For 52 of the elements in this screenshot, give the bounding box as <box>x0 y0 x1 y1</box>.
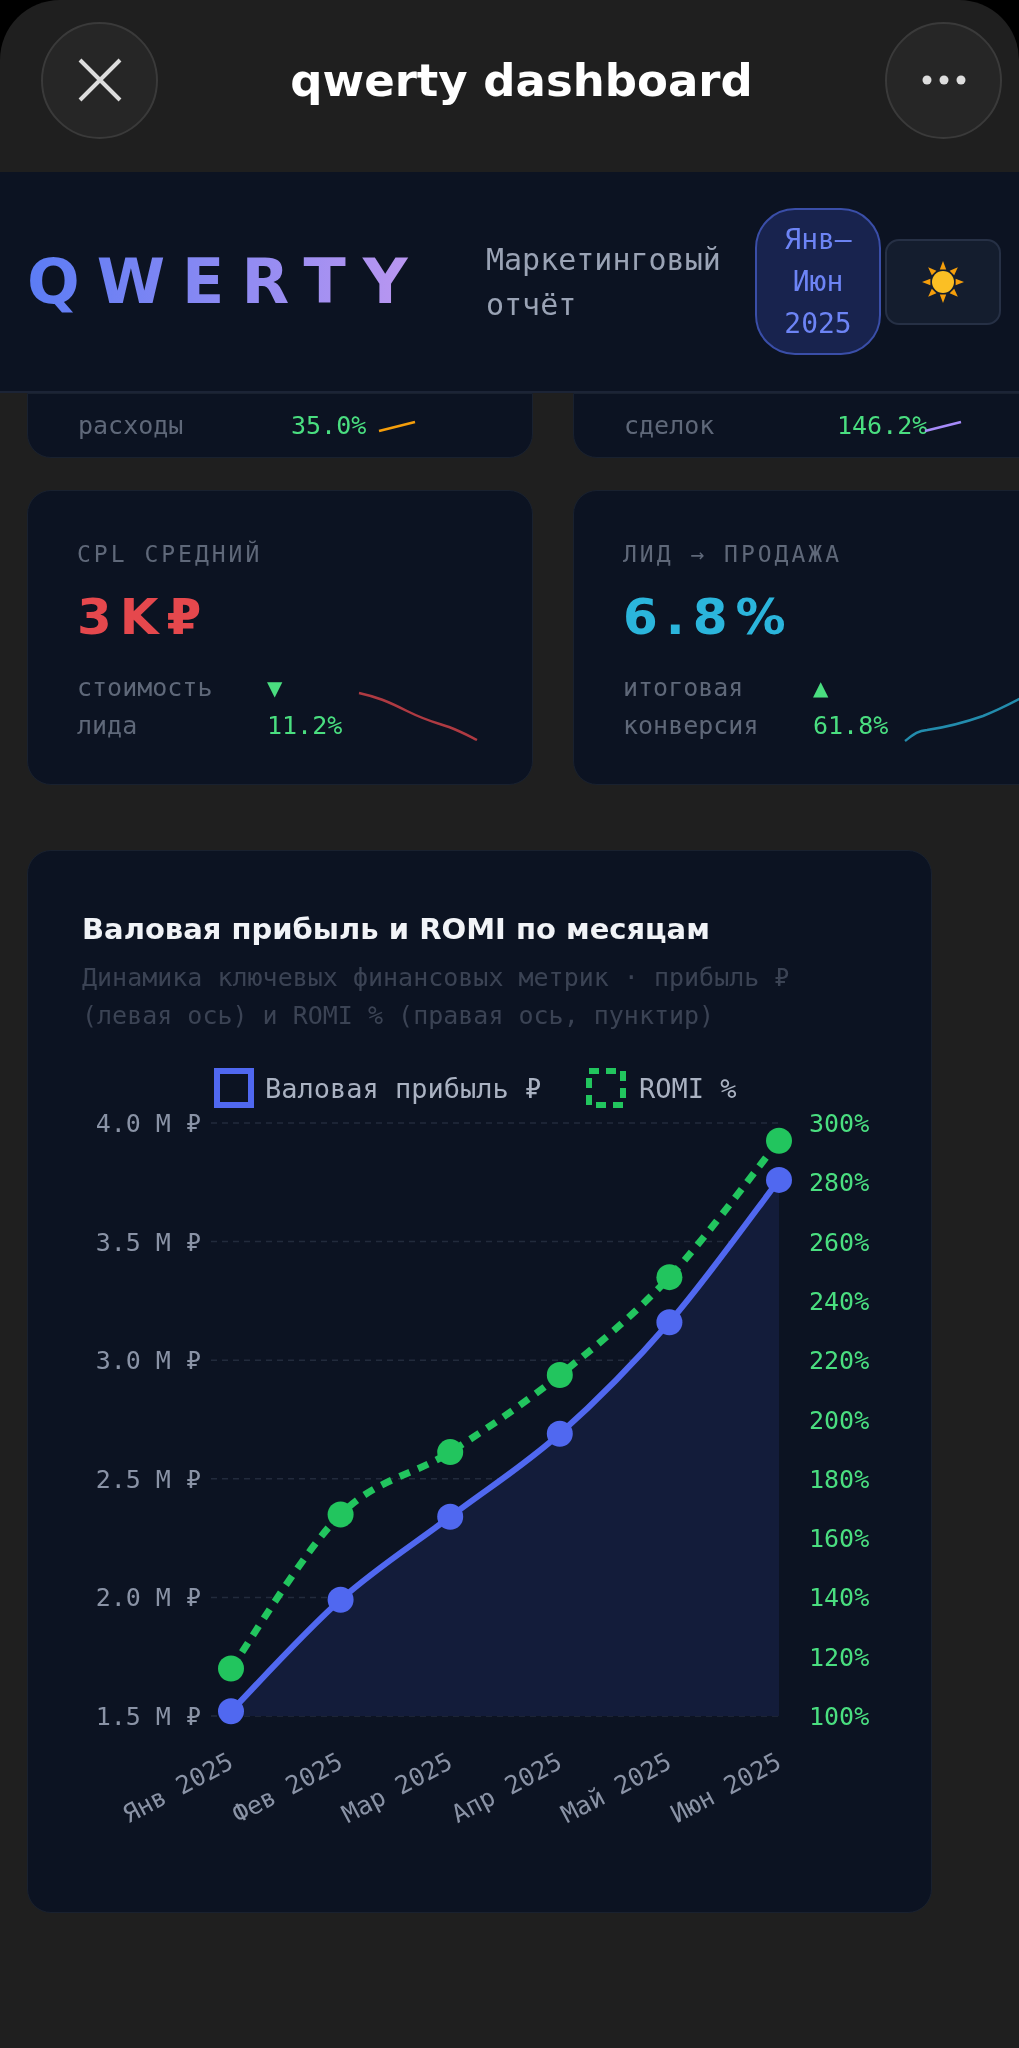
data-point <box>218 1698 244 1725</box>
axis-label: 300% <box>809 1109 870 1138</box>
data-point <box>656 1264 683 1291</box>
axis-label: 280% <box>809 1168 870 1198</box>
axis-label: 120% <box>809 1642 870 1672</box>
axis-label: 180% <box>809 1464 870 1494</box>
axis-label: 3.5 М ₽ <box>95 1227 201 1257</box>
data-point <box>766 1166 792 1193</box>
axis-label: 220% <box>809 1346 870 1376</box>
data-point <box>766 1127 792 1154</box>
kpi-value: 6.8% <box>623 587 794 647</box>
data-point <box>546 1362 573 1389</box>
axis-label: 2.5 М ₽ <box>95 1464 201 1494</box>
kpi-caption: сделок <box>624 410 716 441</box>
change-value: 11.2% <box>267 710 343 742</box>
legend-label: ROMI % <box>639 1073 737 1104</box>
axis-label: 4.0 М ₽ <box>95 1109 201 1138</box>
change-value: 61.8% <box>813 710 889 742</box>
data-point <box>327 1586 354 1613</box>
axis-label: 260% <box>809 1227 870 1257</box>
kpi-caption: итоговая конверсия <box>623 672 760 742</box>
trend-arrow: ▼ <box>267 675 283 702</box>
data-point <box>656 1309 683 1336</box>
axis-label: 160% <box>809 1524 870 1554</box>
trend-arrow: ▲ <box>813 675 829 702</box>
axis-label: 2.0 М ₽ <box>95 1583 201 1613</box>
close-icon <box>76 57 123 103</box>
window-title: qwerty dashboard <box>290 53 753 107</box>
report-subtitle: Маркетинговый отчёт <box>486 240 722 324</box>
kpi-caption: расходы <box>78 410 185 441</box>
data-point <box>437 1503 464 1530</box>
axis-label: 200% <box>809 1405 870 1435</box>
kpi-label: CPL СРЕДНИЙ <box>77 539 264 569</box>
data-point <box>218 1655 244 1682</box>
kpi-label: ЛИД → ПРОДАЖА <box>623 540 843 569</box>
data-point <box>327 1501 354 1528</box>
period-badge[interactable]: Янв–Июн 2025 <box>755 208 881 355</box>
more-icon <box>921 75 966 85</box>
axis-label: 1.5 М ₽ <box>95 1702 201 1731</box>
sun-icon <box>921 259 965 304</box>
chart-title: Валовая прибыль и ROMI по месяцам <box>81 911 711 948</box>
theme-toggle-button[interactable] <box>885 238 1001 325</box>
kpi-value: 3K₽ <box>77 587 210 647</box>
axis-label: 240% <box>809 1286 870 1316</box>
data-point <box>437 1439 464 1466</box>
data-point <box>546 1420 573 1447</box>
axis-label: 100% <box>809 1702 870 1731</box>
change-value: 35.0% <box>291 410 368 441</box>
axis-label: 3.0 М ₽ <box>95 1346 201 1376</box>
kpi-caption: стоимость лида <box>77 672 214 742</box>
legend-label: Валовая прибыль ₽ <box>265 1073 542 1104</box>
axis-label: 140% <box>809 1583 870 1613</box>
